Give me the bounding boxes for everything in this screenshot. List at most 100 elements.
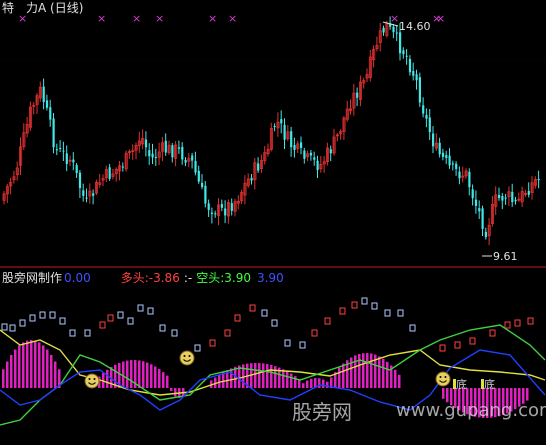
histogram-bar [34,340,37,388]
watermark-url: www.gupang.com [396,400,546,421]
short-marker [371,302,378,310]
histogram-bar [306,380,309,388]
price-candle [191,155,194,161]
histogram-bar [14,349,17,388]
long-marker [489,329,496,337]
short-marker [19,319,26,327]
histogram-bar [138,360,141,388]
price-candle [201,182,204,188]
price-candle [402,50,405,55]
histogram-bar [354,355,357,388]
price-candle [45,100,49,108]
short-marker [29,314,36,322]
price-candle [501,196,504,201]
long-marker [527,317,534,325]
histogram-bar [230,368,233,388]
short-marker [299,341,306,349]
smiley-eye [183,355,186,357]
histogram-bar [526,388,529,401]
short-marker [194,344,201,352]
price-candle [412,71,415,76]
price-candle [214,213,217,215]
price-candle [55,149,58,151]
price-candle [478,208,481,212]
price-candle [432,133,435,147]
price-candle [527,190,530,195]
short-marker [1,323,8,331]
histogram-bar [154,366,157,388]
histogram-bar [54,361,57,388]
signal-x-mark: × [132,12,141,25]
price-candle [92,193,95,196]
short-marker [147,307,154,315]
histogram-bar [30,340,33,388]
price-candle [65,153,68,164]
price-candle [280,119,283,124]
price-candle [52,118,55,148]
price-candle [428,117,431,133]
price-candle [220,204,223,208]
price-candle [415,74,418,81]
histogram-bar [258,363,261,388]
short-marker [117,311,124,319]
short-marker [271,319,278,327]
short-marker [384,309,391,317]
signal-x-mark: × [390,12,399,25]
histogram-bar [266,364,269,388]
price-candle [144,139,148,148]
histogram-bar [158,369,161,388]
signal-x-mark: × [436,12,445,25]
price-candle [164,140,167,153]
histogram-bar [162,372,165,388]
long-marker [249,304,256,312]
short-marker [397,309,404,317]
short-marker [127,317,134,325]
histogram-bar [38,342,41,388]
signal-x-mark: × [228,12,237,25]
price-candle [422,105,425,114]
histogram-bar [150,364,153,388]
long-marker [514,319,521,327]
price-candle [405,55,408,57]
histogram-bar [362,353,365,388]
price-candle [82,190,85,196]
price-candle [85,197,88,199]
long-marker [504,321,511,329]
histogram-bar [382,358,385,388]
price-candle [72,159,75,163]
price-candle [481,208,484,229]
long-marker [324,317,331,325]
histogram-bar [130,360,133,388]
price-candle [395,32,398,34]
long-marker [311,329,318,337]
price-candle [303,150,306,159]
short-marker [284,339,291,347]
long-marker [234,314,241,322]
price-candle [313,157,316,160]
smiley-eye [444,376,447,378]
histogram-bar [386,361,389,388]
price-candle [108,167,111,179]
price-candle [441,152,445,157]
histogram-bar [182,388,185,396]
price-candle [210,212,214,214]
price-candle [504,197,507,199]
price-candle [471,189,474,199]
short-marker [171,329,178,337]
short-marker [49,311,56,319]
histogram-bar [366,353,369,388]
histogram-bar [166,375,169,388]
price-candle [62,150,65,152]
price-candle [474,199,478,206]
price-candle [257,163,260,171]
bottom-signal-label: 底 [484,377,495,391]
long-marker [439,344,446,352]
long-marker [454,341,461,349]
price-candle [78,172,82,189]
smiley-eye [188,355,191,357]
price-candle [484,231,487,238]
long-marker [469,337,476,345]
price-candle [290,131,293,148]
price-candle [498,195,501,199]
histogram-bar [46,349,49,388]
